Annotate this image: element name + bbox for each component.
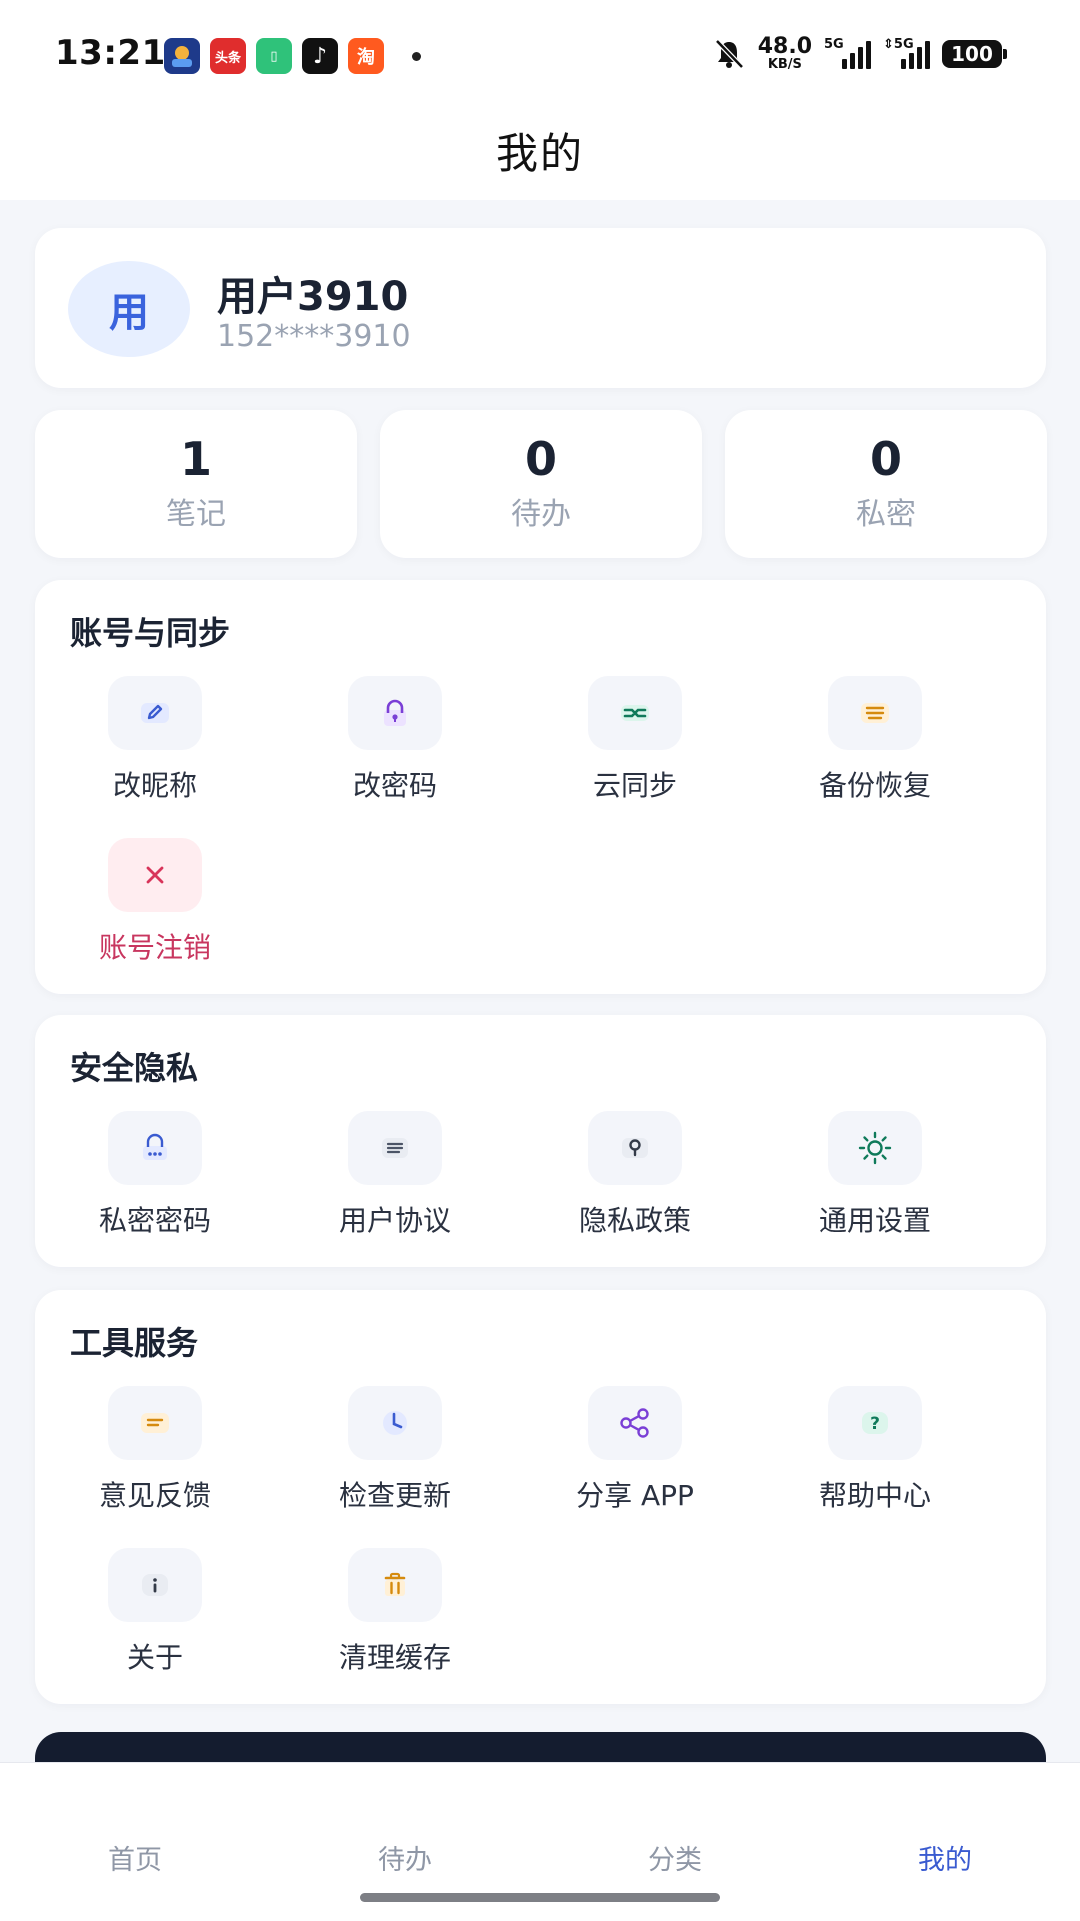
- stat-label: 待办: [511, 496, 571, 532]
- net-speed: 48.0 KB/S: [757, 34, 812, 72]
- profile-card[interactable]: 用 用户3910 152****3910: [35, 228, 1046, 388]
- tools-services-section: 工具服务 意见反馈 检查更新 分享 APP ? 帮助中心 关于 清理缓存: [35, 1290, 1046, 1704]
- menu-private-password[interactable]: 私密密码: [35, 1111, 275, 1241]
- sun-icon: [828, 1111, 922, 1185]
- menu-label: 云同步: [592, 769, 677, 802]
- tiktok-app-icon: ♪: [302, 38, 338, 74]
- page-header: 我的: [0, 100, 1080, 200]
- security-privacy-section: 安全隐私 私密密码 用户协议 隐私政策 通用设置: [35, 1015, 1046, 1267]
- stat-label: 笔记: [166, 496, 226, 532]
- menu-user-agreement[interactable]: 用户协议: [275, 1111, 515, 1241]
- pin-icon: [588, 1111, 682, 1185]
- menu-label: 意见反馈: [98, 1479, 211, 1512]
- menu-label: 检查更新: [338, 1479, 451, 1512]
- menu-privacy-policy[interactable]: 隐私政策: [515, 1111, 755, 1241]
- sync-icon: [588, 676, 682, 750]
- home-indicator[interactable]: [360, 1893, 720, 1902]
- more-notifications-dot: [412, 51, 421, 61]
- document-icon: [348, 1111, 442, 1185]
- menu-backup-restore[interactable]: 备份恢复: [755, 676, 995, 806]
- menu-delete-account[interactable]: 账号注销: [35, 838, 275, 968]
- user-name: 用户3910: [217, 274, 409, 320]
- menu-cloud-sync[interactable]: 云同步: [515, 676, 755, 806]
- tab-category[interactable]: 分类: [540, 1838, 810, 1877]
- stat-label: 私密: [856, 496, 916, 532]
- lock-icon: [348, 676, 442, 750]
- section-title: 工具服务: [70, 1324, 199, 1362]
- menu-label: 清理缓存: [338, 1641, 451, 1674]
- menu-label: 隐私政策: [578, 1204, 691, 1237]
- avatar[interactable]: 用: [68, 261, 190, 357]
- menu-label: 关于: [126, 1641, 183, 1674]
- menu-label: 分享 APP: [576, 1479, 694, 1512]
- menu-label: 私密密码: [98, 1204, 211, 1237]
- share-icon: [588, 1386, 682, 1460]
- menu-check-update[interactable]: 检查更新: [275, 1386, 515, 1516]
- account-sync-section: 账号与同步 改昵称 改密码 云同步 备份恢复 账号注销: [35, 580, 1046, 994]
- section-title: 账号与同步: [70, 614, 231, 652]
- menu-feedback[interactable]: 意见反馈: [35, 1386, 275, 1516]
- info-icon: [108, 1548, 202, 1622]
- status-bar: 13:21 头条 ▯ ♪ 淘 48.0 KB/S 5G ⇕5G 100: [0, 0, 1080, 100]
- menu-label: 用户协议: [338, 1204, 451, 1237]
- message-icon: [108, 1386, 202, 1460]
- password-lock-icon: [108, 1111, 202, 1185]
- menu-label: 帮助中心: [818, 1479, 931, 1512]
- stat-value: 1: [179, 432, 212, 486]
- menu-share-app[interactable]: 分享 APP: [515, 1386, 755, 1516]
- menu-label: 备份恢复: [818, 769, 931, 802]
- game-app-icon: [164, 38, 200, 74]
- menu-change-nickname[interactable]: 改昵称: [35, 676, 275, 806]
- tab-todo[interactable]: 待办: [270, 1838, 540, 1877]
- menu-general-settings[interactable]: 通用设置: [755, 1111, 995, 1241]
- signal-5g-icon: 5G: [824, 37, 871, 69]
- bell-off-icon: [714, 38, 744, 69]
- stat-value: 0: [869, 432, 902, 486]
- close-icon: [108, 838, 202, 912]
- user-phone: 152****3910: [217, 319, 411, 354]
- green-app-icon: ▯: [256, 38, 292, 74]
- menu-label: 通用设置: [818, 1204, 931, 1237]
- stat-private[interactable]: 0 私密: [725, 410, 1047, 558]
- menu-label: 改昵称: [112, 769, 197, 802]
- menu-label: 改密码: [352, 769, 437, 802]
- notification-icons: 头条 ▯ ♪ 淘: [164, 38, 421, 74]
- battery-icon: 100: [942, 39, 1007, 68]
- menu-label: 账号注销: [98, 931, 211, 964]
- tab-home[interactable]: 首页: [0, 1838, 270, 1877]
- help-icon: ?: [828, 1386, 922, 1460]
- menu-clear-cache[interactable]: 清理缓存: [275, 1548, 515, 1678]
- tab-mine[interactable]: 我的: [810, 1838, 1080, 1877]
- taobao-app-icon: 淘: [348, 38, 384, 74]
- status-indicators: 48.0 KB/S 5G ⇕5G 100: [712, 34, 1007, 72]
- status-time: 13:21: [55, 33, 166, 73]
- stat-value: 0: [524, 432, 557, 486]
- menu-help-center[interactable]: ? 帮助中心: [755, 1386, 995, 1516]
- trash-icon: [348, 1548, 442, 1622]
- list-icon: [828, 676, 922, 750]
- stat-notes[interactable]: 1 笔记: [35, 410, 357, 558]
- section-title: 安全隐私: [70, 1049, 199, 1087]
- toutiao-app-icon: 头条: [210, 38, 246, 74]
- pencil-icon: [108, 676, 202, 750]
- clock-icon: [348, 1386, 442, 1460]
- menu-about[interactable]: 关于: [35, 1548, 275, 1678]
- page-title: 我的: [495, 128, 584, 178]
- svg-text:?: ?: [870, 1414, 880, 1434]
- menu-change-password[interactable]: 改密码: [275, 676, 515, 806]
- stat-todos[interactable]: 0 待办: [380, 410, 702, 558]
- signal-5g-secondary-icon: ⇕5G: [883, 37, 930, 69]
